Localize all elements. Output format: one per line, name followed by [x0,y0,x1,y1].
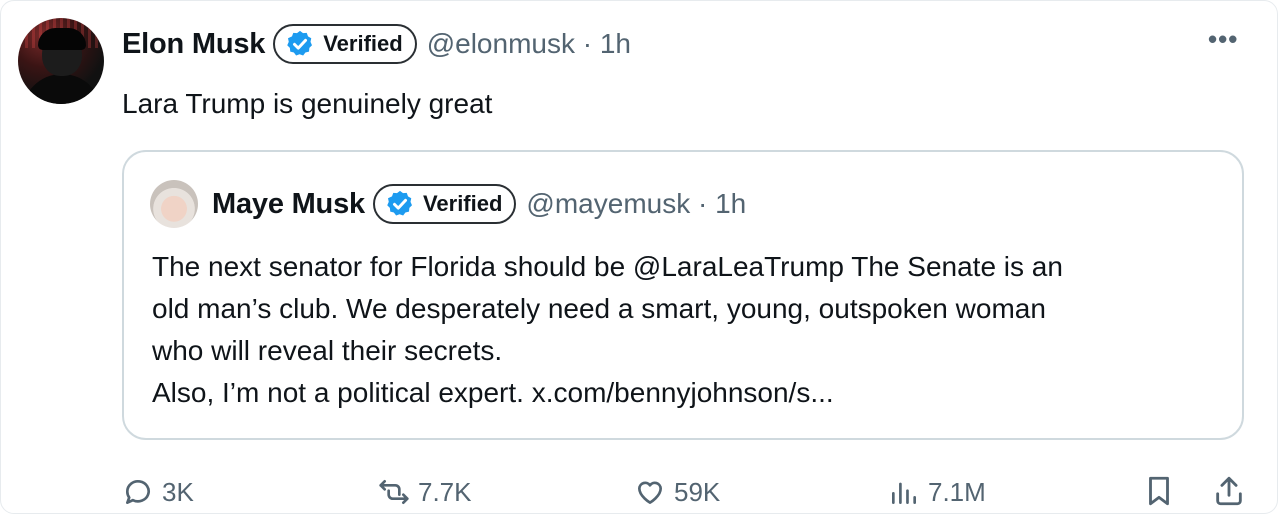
repost-button[interactable]: 7.7K [378,474,472,510]
share-icon[interactable] [1212,474,1246,508]
quote-header: Maye Musk Verified @mayemusk · 1h [212,182,746,226]
verified-label: Verified [323,31,403,56]
reply-count: 3K [162,476,194,507]
repost-count: 7.7K [418,476,472,507]
view-count: 7.1M [928,476,986,507]
quote-handle-time: @mayemusk · 1h [526,188,747,219]
quote-author-avatar [150,180,198,228]
author-handle-time[interactable]: @elonmusk · 1h [427,28,631,60]
verified-label: Verified [422,191,503,216]
reply-button[interactable]: 3K [122,474,194,510]
quote-line: Also, I’m not a political expert. x.com/… [152,377,834,408]
quoted-tweet[interactable]: Maye Musk Verified @mayemusk · 1h The ne… [122,150,1244,440]
quote-line: old man’s club. We desperately need a sm… [152,293,1046,324]
repost-icon [379,480,409,504]
verified-check-icon [387,190,412,216]
quote-verified-badge: Verified [372,184,517,224]
tweet-text: Lara Trump is genuinely great [122,88,493,119]
author-avatar[interactable] [18,18,104,104]
like-button[interactable]: 59K [634,474,720,510]
quote-author-name: Maye Musk [212,187,365,220]
tweet-header: Elon Musk Verified @elonmusk · 1h [122,22,631,66]
quote-text: The next senator for Florida should be @… [152,246,1232,414]
heart-icon [638,481,662,504]
verified-check-icon [287,30,313,56]
reply-icon [126,480,150,504]
analytics-icon [892,482,916,504]
verified-badge[interactable]: Verified [273,24,417,64]
more-horizontal-icon[interactable]: ••• [1208,24,1238,55]
like-count: 59K [674,476,721,507]
author-name[interactable]: Elon Musk [122,28,265,61]
bookmark-icon[interactable] [1142,474,1176,508]
quote-line: The next senator for Florida should be @… [152,251,1063,282]
views-button[interactable]: 7.1M [888,474,986,510]
quote-line: who will reveal their secrets. [152,335,503,366]
